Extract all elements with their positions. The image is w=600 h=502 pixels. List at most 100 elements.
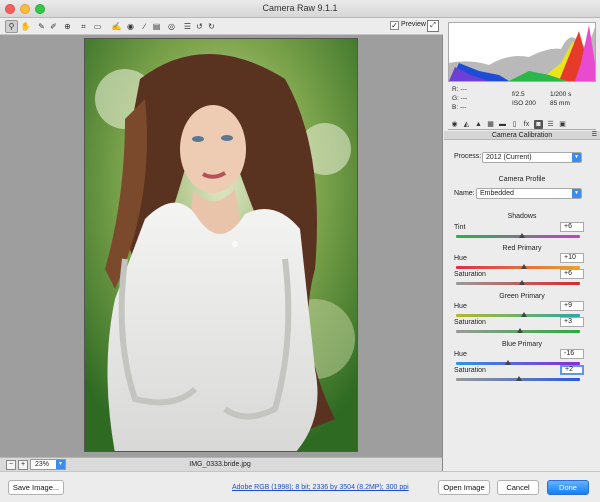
lens-corrections-tab-icon[interactable]: ▯: [510, 120, 519, 129]
zoom-level-select[interactable]: 23% ▼: [30, 459, 66, 470]
red-hue-label: Hue: [454, 255, 467, 262]
red-readout: R: ---: [452, 86, 467, 93]
exposure-info: f/2.5 1/200 s ISO 200 85 mm: [512, 90, 592, 108]
workflow-options-link[interactable]: Adobe RGB (1998); 8 bit; 2336 by 3504 (8…: [232, 484, 409, 491]
zoom-out-icon[interactable]: −: [6, 460, 16, 470]
rotate-right-icon[interactable]: ↻: [205, 20, 218, 33]
zoom-in-icon[interactable]: +: [18, 460, 28, 470]
green-saturation-input[interactable]: +3: [560, 317, 584, 327]
green-readout: G: ---: [452, 95, 468, 102]
detail-tab-icon[interactable]: ▲: [474, 120, 483, 129]
blue-readout: B: ---: [452, 104, 467, 111]
red-saturation-slider-row: Saturation +6: [454, 269, 592, 285]
cancel-button[interactable]: Cancel: [497, 480, 539, 495]
green-hue-slider-row: Hue +9: [454, 301, 592, 317]
shadows-heading: Shadows: [507, 213, 537, 220]
zoom-tool-icon[interactable]: ⚲: [5, 20, 18, 33]
camera-profile-heading: Camera Profile: [498, 176, 546, 183]
process-label: Process:: [454, 153, 482, 160]
histogram-graph: [449, 23, 595, 81]
window-title: Camera Raw 9.1.1: [262, 3, 338, 13]
red-primary-heading: Red Primary: [502, 245, 542, 252]
image-canvas[interactable]: [0, 35, 443, 457]
preview-label: Preview: [401, 21, 426, 28]
green-saturation-label: Saturation: [454, 319, 486, 326]
blue-hue-slider-thumb[interactable]: [505, 360, 512, 365]
preview-check-icon[interactable]: ✓: [390, 21, 399, 30]
tone-curve-tab-icon[interactable]: ◭: [462, 120, 471, 129]
basic-tab-icon[interactable]: ◉: [450, 120, 459, 129]
green-hue-label: Hue: [454, 303, 467, 310]
blue-saturation-slider-thumb[interactable]: [516, 376, 523, 381]
chevron-updown-icon: ▼: [572, 189, 581, 198]
blue-saturation-slider-row: Saturation +2: [454, 365, 592, 381]
profile-name-value: Embedded: [480, 190, 514, 197]
zoom-level-value: 23%: [35, 461, 50, 468]
tint-label: Tint: [454, 224, 466, 231]
aperture-value: f/2.5: [512, 91, 525, 98]
process-value: 2012 (Current): [486, 154, 532, 161]
file-name: IMG_0333.bride.jpg: [189, 461, 251, 468]
blue-primary-heading: Blue Primary: [501, 341, 543, 348]
fullscreen-toggle-icon[interactable]: ⤢: [427, 20, 439, 32]
presets-tab-icon[interactable]: ☰: [546, 120, 555, 129]
save-image-button[interactable]: Save Image...: [8, 480, 64, 495]
red-hue-slider-thumb[interactable]: [521, 264, 528, 269]
chevron-down-icon: ▼: [56, 460, 65, 469]
red-saturation-input[interactable]: +6: [560, 269, 584, 279]
color-sampler-tool-icon[interactable]: ✐: [47, 20, 60, 33]
blue-hue-slider-row: Hue -16: [454, 349, 592, 365]
iso-value: ISO 200: [512, 100, 536, 107]
green-saturation-slider-thumb[interactable]: [516, 328, 523, 333]
red-saturation-slider-thumb[interactable]: [518, 280, 525, 285]
red-eye-removal-tool-icon[interactable]: ◉: [124, 20, 137, 33]
action-bar: Save Image... Adobe RGB (1998); 8 bit; 2…: [0, 471, 600, 502]
image-preview[interactable]: [84, 38, 358, 452]
red-hue-input[interactable]: +10: [560, 253, 584, 263]
hsl-tab-icon[interactable]: ▦: [486, 120, 495, 129]
adjustments-panel: R: --- G: --- B: --- f/2.5 1/200 s ISO 20…: [444, 18, 600, 471]
green-primary-heading: Green Primary: [499, 293, 545, 300]
chevron-updown-icon: ▼: [572, 153, 581, 162]
panel-menu-icon[interactable]: ☰: [592, 131, 597, 140]
split-toning-tab-icon[interactable]: ▬: [498, 120, 507, 129]
targeted-adjustment-tool-icon[interactable]: ⊕: [61, 20, 74, 33]
title-bar: Camera Raw 9.1.1: [0, 0, 600, 18]
blue-saturation-input[interactable]: +2: [560, 365, 584, 375]
hand-tool-icon[interactable]: ✋: [19, 20, 32, 33]
graduated-filter-icon[interactable]: ▤: [150, 20, 163, 33]
green-hue-slider-thumb[interactable]: [520, 312, 527, 317]
green-hue-input[interactable]: +9: [560, 301, 584, 311]
effects-tab-icon[interactable]: fx: [522, 120, 531, 129]
tint-slider-thumb[interactable]: [518, 233, 525, 238]
canvas-status-bar: − + 23% ▼ IMG_0333.bride.jpg: [0, 457, 443, 471]
snapshots-tab-icon[interactable]: ▣: [558, 120, 567, 129]
blue-saturation-label: Saturation: [454, 367, 486, 374]
profile-name-select[interactable]: Embedded ▼: [476, 188, 582, 199]
crop-tool-icon[interactable]: ⌗: [77, 20, 90, 33]
tint-slider-row: Tint +6: [454, 222, 592, 238]
profile-name-label: Name:: [454, 190, 475, 197]
shutter-value: 1/200 s: [550, 91, 572, 98]
preview-checkbox[interactable]: ✓ Preview: [390, 21, 426, 30]
red-hue-slider-row: Hue +10: [454, 253, 592, 269]
tool-strip: ⚲ ✋ ✎ ✐ ⊕ ⌗ ▭ ✍ ◉ ∕ ▤ ◎ ☰ ↺ ↻ ✓ Preview ⤢: [0, 18, 443, 35]
open-image-button[interactable]: Open Image: [438, 480, 490, 495]
green-saturation-slider-row: Saturation +3: [454, 317, 592, 333]
spot-removal-tool-icon[interactable]: ✍: [110, 20, 123, 33]
panel-tabs: ◉ ◭ ▲ ▦ ▬ ▯ fx ◙ ☰ ▣: [448, 119, 596, 130]
section-header: Camera Calibration ☰: [444, 131, 600, 140]
camera-calibration-tab-icon[interactable]: ◙: [534, 120, 543, 129]
straighten-tool-icon[interactable]: ▭: [91, 20, 104, 33]
focal-length-value: 85 mm: [550, 100, 570, 107]
red-saturation-label: Saturation: [454, 271, 486, 278]
tint-input[interactable]: +6: [560, 222, 584, 232]
histogram: [448, 22, 596, 82]
bride-photo-image: [85, 39, 357, 451]
radial-filter-icon[interactable]: ◎: [165, 20, 178, 33]
blue-hue-label: Hue: [454, 351, 467, 358]
section-title: Camera Calibration: [491, 132, 553, 139]
blue-hue-input[interactable]: -16: [560, 349, 584, 359]
done-button[interactable]: Done: [547, 480, 589, 495]
process-select[interactable]: 2012 (Current) ▼: [482, 152, 582, 163]
